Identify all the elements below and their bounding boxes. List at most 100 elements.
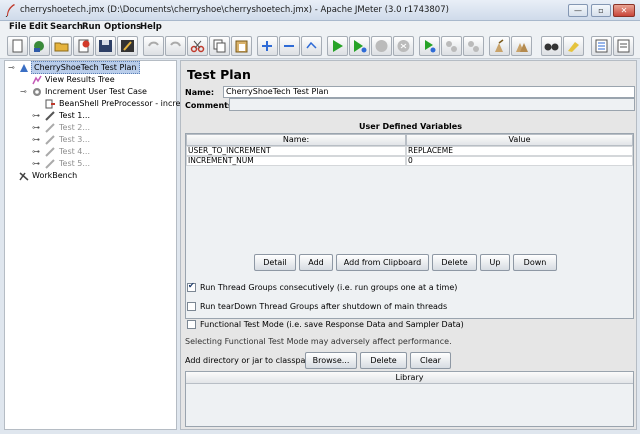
- close-window-button[interactable]: ✕: [613, 4, 635, 17]
- copy-button[interactable]: [209, 36, 230, 56]
- preprocessor-icon: [45, 99, 55, 109]
- add-button[interactable]: Add: [299, 254, 333, 271]
- menu-search[interactable]: Search: [50, 22, 83, 32]
- tree-node-workbench[interactable]: WorkBench: [8, 170, 176, 182]
- clear-classpath-button[interactable]: Clear: [410, 352, 451, 369]
- udv-title: User Defined Variables: [359, 122, 462, 131]
- remote-start-button[interactable]: [419, 36, 440, 56]
- expand-toggle-icon[interactable]: ⊶: [32, 134, 40, 146]
- tree-node-label: Test 3...: [59, 135, 91, 144]
- close-icon: [78, 39, 90, 53]
- table-cell[interactable]: USER_TO_INCREMENT: [186, 146, 406, 156]
- redo-icon: [170, 41, 181, 47]
- save-button[interactable]: [95, 36, 116, 56]
- table-cell[interactable]: REPLACEME: [406, 146, 633, 156]
- stop-button[interactable]: [371, 36, 392, 56]
- expand-all-button[interactable]: [257, 36, 278, 56]
- down-button[interactable]: Down: [513, 254, 557, 271]
- remote-shutdown-button[interactable]: [463, 36, 484, 56]
- menu-bar: File Edit Search Run Options Help: [0, 21, 640, 33]
- collapse-toggle-icon[interactable]: ⊸: [20, 86, 27, 98]
- clear-icon: [495, 39, 504, 52]
- toolbar: [0, 33, 640, 59]
- undo-icon: [148, 41, 159, 47]
- add-from-clipboard-button[interactable]: Add from Clipboard: [336, 254, 429, 271]
- paste-icon: [235, 40, 248, 53]
- run-teardown-checkbox[interactable]: [187, 302, 196, 311]
- name-field[interactable]: CherryShoeTech Test Plan: [223, 86, 635, 98]
- tree-node-test-4[interactable]: ⊶ Test 4...: [8, 146, 176, 158]
- thread-group-icon: [33, 88, 41, 96]
- tree-node-thread-group[interactable]: ⊸ Increment User Test Case: [8, 86, 176, 98]
- sampler-icon: [45, 111, 55, 121]
- menu-options[interactable]: Options: [104, 22, 141, 32]
- undo-button[interactable]: [143, 36, 164, 56]
- save-as-button[interactable]: [117, 36, 138, 56]
- tree-node-test-5[interactable]: ⊶ Test 5...: [8, 158, 176, 170]
- run-consecutively-checkbox[interactable]: [187, 281, 196, 292]
- open-icon: [54, 42, 69, 52]
- shutdown-button[interactable]: [393, 36, 414, 56]
- tree-node-test-plan[interactable]: ⊸ CherryShoeTech Test Plan: [8, 61, 176, 74]
- tree-node-view-results-tree[interactable]: View Results Tree: [8, 74, 176, 86]
- minimize-button[interactable]: —: [568, 4, 588, 17]
- menu-edit[interactable]: Edit: [29, 22, 48, 32]
- stop-icon: [375, 40, 388, 52]
- tree-node-test-1[interactable]: ⊶ Test 1...: [8, 110, 176, 122]
- delete-button[interactable]: Delete: [432, 254, 477, 271]
- remote-stop-button[interactable]: [441, 36, 462, 56]
- tree-node-test-3[interactable]: ⊶ Test 3...: [8, 134, 176, 146]
- expand-toggle-icon[interactable]: ⊶: [32, 158, 40, 170]
- new-icon: [12, 39, 23, 53]
- expand-toggle-icon[interactable]: ⊶: [32, 110, 40, 122]
- menu-help[interactable]: Help: [140, 22, 162, 32]
- column-header-name[interactable]: Name:: [186, 134, 406, 146]
- expand-icon: [262, 41, 272, 51]
- toggle-icon: [306, 41, 317, 49]
- clear-all-button[interactable]: [511, 36, 532, 56]
- tree-node-beanshell-preprocessor[interactable]: BeanShell PreProcessor - incre: [8, 98, 180, 110]
- browse-button[interactable]: Browse...: [305, 352, 357, 369]
- comments-field[interactable]: [229, 98, 635, 111]
- collapse-toggle-icon[interactable]: ⊸: [8, 62, 15, 74]
- remote-stop-icon: [446, 41, 457, 52]
- table-cell[interactable]: INCREMENT_NUM: [186, 156, 406, 166]
- table-cell[interactable]: 0: [406, 156, 633, 166]
- templates-icon: [34, 41, 44, 52]
- test-plan-panel: Test Plan Name: CherryShoeTech Test Plan…: [180, 60, 637, 430]
- cut-button[interactable]: [187, 36, 208, 56]
- collapse-all-button[interactable]: [279, 36, 300, 56]
- classpath-delete-button[interactable]: Delete: [360, 352, 407, 369]
- search-button[interactable]: [541, 36, 562, 56]
- column-header-value[interactable]: Value: [406, 134, 633, 146]
- clear-button[interactable]: [489, 36, 510, 56]
- maximize-button[interactable]: ▫: [591, 4, 611, 17]
- start-no-pause-button[interactable]: [349, 36, 370, 56]
- menu-run[interactable]: Run: [82, 22, 101, 32]
- paste-button[interactable]: [231, 36, 252, 56]
- panel-title: Test Plan: [187, 67, 251, 82]
- reset-search-button[interactable]: [563, 36, 584, 56]
- start-button[interactable]: [327, 36, 348, 56]
- open-button[interactable]: [51, 36, 72, 56]
- templates-button[interactable]: [29, 36, 50, 56]
- redo-button[interactable]: [165, 36, 186, 56]
- close-file-button[interactable]: [73, 36, 94, 56]
- expand-toggle-icon[interactable]: ⊶: [32, 146, 40, 158]
- new-button[interactable]: [7, 36, 28, 56]
- up-button[interactable]: Up: [480, 254, 510, 271]
- sampler-icon: [45, 123, 55, 133]
- toggle-button[interactable]: [301, 36, 322, 56]
- library-column-header[interactable]: Library: [186, 372, 633, 384]
- function-helper-button[interactable]: [591, 36, 612, 56]
- tree-node-label: CherryShoeTech Test Plan: [31, 61, 140, 74]
- tree-node-test-2[interactable]: ⊶ Test 2...: [8, 122, 176, 134]
- tree-node-label: View Results Tree: [45, 75, 115, 84]
- detail-button[interactable]: Detail: [254, 254, 296, 271]
- classpath-label: Add directory or jar to classpath: [185, 356, 314, 365]
- expand-toggle-icon[interactable]: ⊶: [32, 122, 40, 134]
- save-as-icon: [121, 40, 134, 52]
- help-button[interactable]: [613, 36, 634, 56]
- menu-file[interactable]: File: [9, 22, 26, 32]
- functional-test-mode-checkbox[interactable]: [187, 320, 196, 329]
